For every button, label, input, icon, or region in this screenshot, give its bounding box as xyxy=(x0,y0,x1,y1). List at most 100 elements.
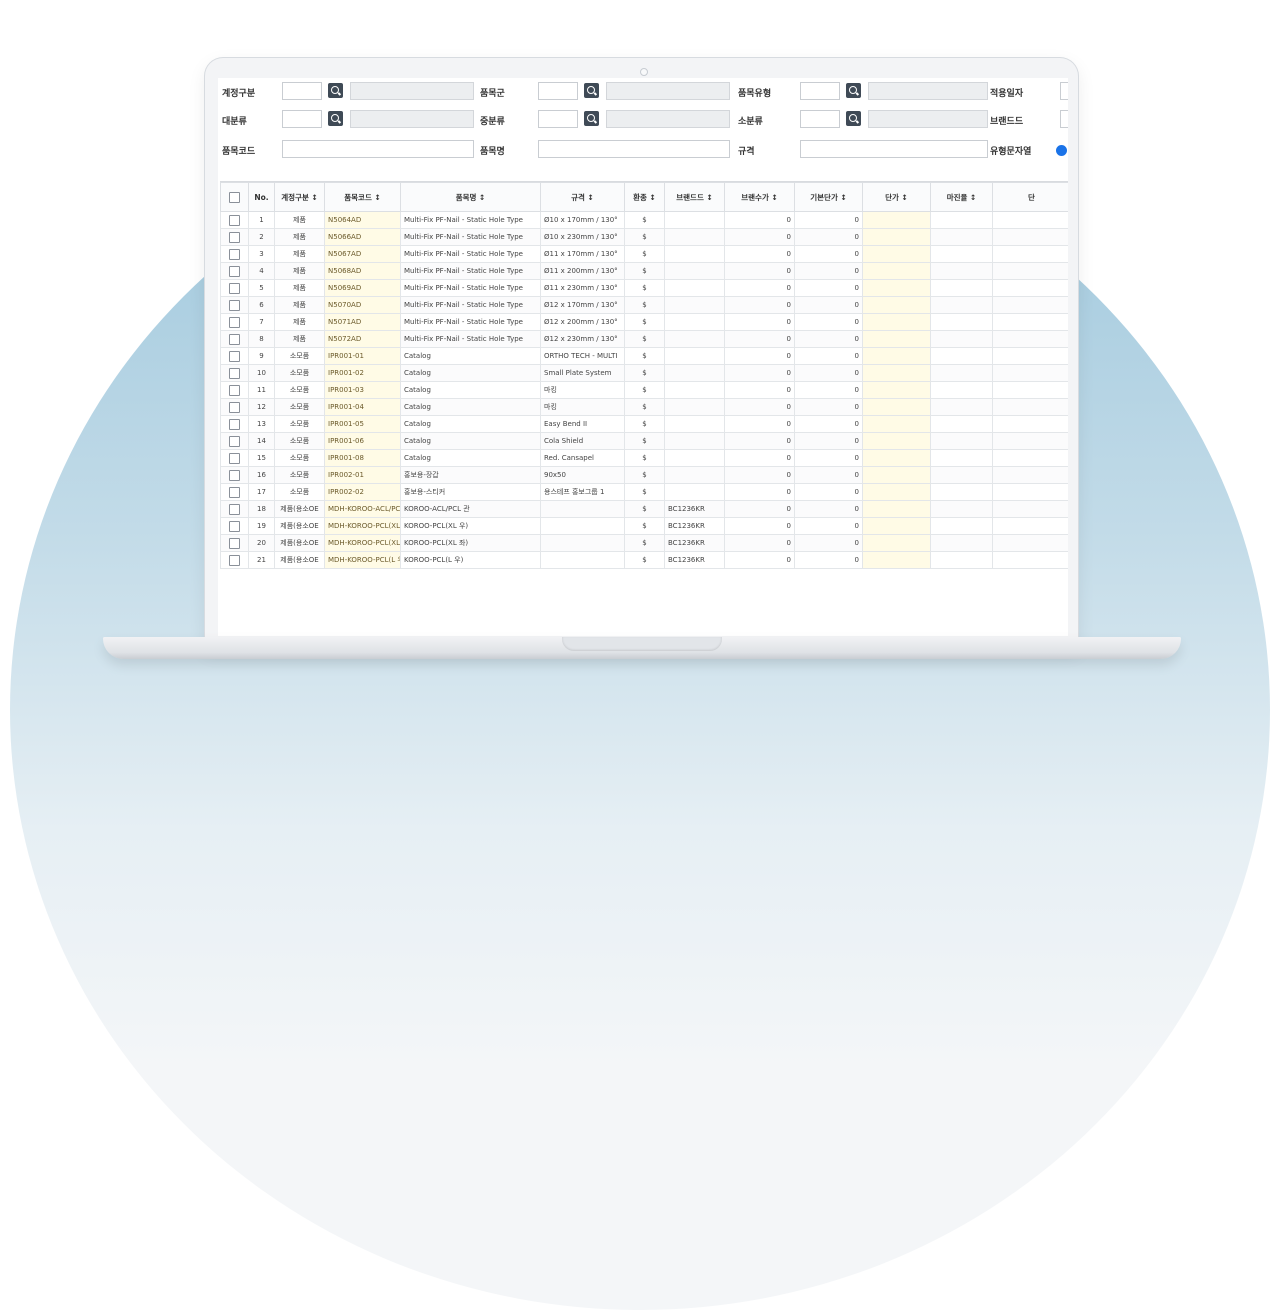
minor-category-code-input[interactable] xyxy=(800,110,840,128)
grid-cell-item-code[interactable]: N5069AD xyxy=(324,279,401,297)
table-row[interactable]: 14 소모품 IPR001-06 Catalog Cola Shield $0 0 xyxy=(220,432,1068,450)
table-row[interactable]: 4 제품 N5068AD Multi-Fix PF-Nail - Static Hol… xyxy=(220,262,1068,280)
grid-cell-item-code[interactable]: N5064AD xyxy=(324,211,401,229)
checkbox-icon[interactable] xyxy=(229,248,240,260)
search-icon[interactable] xyxy=(328,83,343,98)
column-header-currency[interactable]: 환종 ↕ xyxy=(624,182,665,212)
grid-cell-item-code[interactable]: IPR001-06 xyxy=(324,432,401,450)
search-icon[interactable] xyxy=(846,83,861,98)
row-checkbox[interactable] xyxy=(220,381,249,399)
table-row[interactable]: 8 제품 N5072AD Multi-Fix PF-Nail - Static Hol… xyxy=(220,330,1068,348)
grid-cell-item-code[interactable]: MDH-KOROO-ACL/PCL xyxy=(324,500,401,518)
grid-cell-item-code[interactable]: N5070AD xyxy=(324,296,401,314)
table-row[interactable]: 6 제품 N5070AD Multi-Fix PF-Nail - Static Hol… xyxy=(220,296,1068,314)
table-row[interactable]: 9 소모품 IPR001-01 Catalog ORTHO TECH - MULTI $0… xyxy=(220,347,1068,365)
row-checkbox[interactable] xyxy=(220,517,249,535)
grid-cell-unit-price[interactable] xyxy=(862,466,931,484)
checkbox-icon[interactable] xyxy=(229,191,240,203)
row-checkbox[interactable] xyxy=(220,211,249,229)
grid-cell-item-code[interactable]: IPR001-08 xyxy=(324,449,401,467)
grid-cell-margin[interactable] xyxy=(930,211,993,229)
grid-cell-margin[interactable] xyxy=(930,347,993,365)
item-type-code-input[interactable] xyxy=(800,82,840,100)
column-header-unit-price[interactable]: 단가 ↕ xyxy=(862,182,931,212)
column-header-account-type[interactable]: 계정구분 ↕ xyxy=(274,182,325,212)
grid-cell-unit-price[interactable] xyxy=(862,330,931,348)
table-row[interactable]: 16 소모품 IPR002-01 홍보용-장갑 90x50 $0 0 xyxy=(220,466,1068,484)
grid-cell-extra[interactable] xyxy=(992,296,1068,314)
table-row[interactable]: 1 제품 N5064AD Multi-Fix PF-Nail - Static Hol… xyxy=(220,211,1068,229)
row-checkbox[interactable] xyxy=(220,364,249,382)
grid-cell-unit-price[interactable] xyxy=(862,449,931,467)
grid-cell-extra[interactable] xyxy=(992,228,1068,246)
grid-cell-extra[interactable] xyxy=(992,483,1068,501)
table-row[interactable]: 10 소모품 IPR001-02 Catalog Small Plate System $… xyxy=(220,364,1068,382)
table-row[interactable]: 3 제품 N5067AD Multi-Fix PF-Nail - Static Hol… xyxy=(220,245,1068,263)
row-checkbox[interactable] xyxy=(220,296,249,314)
spec-input[interactable] xyxy=(800,140,988,158)
grid-cell-margin[interactable] xyxy=(930,415,993,433)
row-checkbox[interactable] xyxy=(220,483,249,501)
grid-cell-margin[interactable] xyxy=(930,245,993,263)
table-row[interactable]: 12 소모품 IPR001-04 Catalog 마킹 $0 0 xyxy=(220,398,1068,416)
checkbox-icon[interactable] xyxy=(229,316,240,328)
checkbox-icon[interactable] xyxy=(229,435,240,447)
checkbox-icon[interactable] xyxy=(229,452,240,464)
row-checkbox[interactable] xyxy=(220,245,249,263)
grid-cell-item-code[interactable]: IPR002-02 xyxy=(324,483,401,501)
row-checkbox[interactable] xyxy=(220,279,249,297)
checkbox-icon[interactable] xyxy=(229,282,240,294)
grid-cell-margin[interactable] xyxy=(930,534,993,552)
checkbox-icon[interactable] xyxy=(229,554,240,566)
grid-cell-item-code[interactable]: N5068AD xyxy=(324,262,401,280)
grid-cell-margin[interactable] xyxy=(930,296,993,314)
grid-cell-unit-price[interactable] xyxy=(862,313,931,331)
grid-cell-extra[interactable] xyxy=(992,245,1068,263)
column-header-margin[interactable]: 마진율 ↕ xyxy=(930,182,993,212)
grid-cell-extra[interactable] xyxy=(992,211,1068,229)
grid-cell-unit-price[interactable] xyxy=(862,245,931,263)
grid-cell-extra[interactable] xyxy=(992,432,1068,450)
table-row[interactable]: 15 소모품 IPR001-08 Catalog Red. Cansapel $0 0 xyxy=(220,449,1068,467)
search-icon[interactable] xyxy=(846,111,861,126)
grid-cell-margin[interactable] xyxy=(930,364,993,382)
table-row[interactable]: 5 제품 N5069AD Multi-Fix PF-Nail - Static Hol… xyxy=(220,279,1068,297)
grid-cell-margin[interactable] xyxy=(930,313,993,331)
grid-cell-extra[interactable] xyxy=(992,279,1068,297)
checkbox-icon[interactable] xyxy=(229,486,240,498)
table-row[interactable]: 2 제품 N5066AD Multi-Fix PF-Nail - Static Hol… xyxy=(220,228,1068,246)
checkbox-icon[interactable] xyxy=(229,265,240,277)
grid-cell-extra[interactable] xyxy=(992,466,1068,484)
grid-cell-margin[interactable] xyxy=(930,381,993,399)
grid-cell-margin[interactable] xyxy=(930,228,993,246)
grid-cell-item-code[interactable]: IPR001-01 xyxy=(324,347,401,365)
grid-cell-item-code[interactable]: N5071AD xyxy=(324,313,401,331)
grid-cell-unit-price[interactable] xyxy=(862,228,931,246)
table-row[interactable]: 21 제품(용소OE MDH-KOROO-PCL(L 우) KOROO-PCL(L 우… xyxy=(220,551,1068,569)
grid-cell-margin[interactable] xyxy=(930,500,993,518)
item-group-code-input[interactable] xyxy=(538,82,578,100)
grid-cell-extra[interactable] xyxy=(992,381,1068,399)
column-header-brand-price[interactable]: 브랜수가 ↕ xyxy=(724,182,795,212)
table-row[interactable]: 19 제품(용소OE MDH-KOROO-PCL(XL KOROO-PCL(XL 우)… xyxy=(220,517,1068,535)
column-header-base-price[interactable]: 기본단가 ↕ xyxy=(794,182,863,212)
checkbox-icon[interactable] xyxy=(229,503,240,515)
grid-cell-unit-price[interactable] xyxy=(862,551,931,569)
table-row[interactable]: 20 제품(용소OE MDH-KOROO-PCL(XL KOROO-PCL(XL 좌)… xyxy=(220,534,1068,552)
apply-date-input[interactable] xyxy=(1060,82,1068,100)
row-checkbox[interactable] xyxy=(220,313,249,331)
checkbox-icon[interactable] xyxy=(229,333,240,345)
checkbox-icon[interactable] xyxy=(229,231,240,243)
row-checkbox[interactable] xyxy=(220,347,249,365)
grid-cell-unit-price[interactable] xyxy=(862,415,931,433)
brand-code-input[interactable] xyxy=(1060,110,1068,128)
checkbox-icon[interactable] xyxy=(229,520,240,532)
grid-cell-extra[interactable] xyxy=(992,330,1068,348)
grid-cell-item-code[interactable]: IPR001-03 xyxy=(324,381,401,399)
row-checkbox[interactable] xyxy=(220,330,249,348)
grid-cell-unit-price[interactable] xyxy=(862,262,931,280)
grid-cell-extra[interactable] xyxy=(992,364,1068,382)
row-checkbox[interactable] xyxy=(220,228,249,246)
grid-cell-unit-price[interactable] xyxy=(862,296,931,314)
account-type-code-input[interactable] xyxy=(282,82,322,100)
